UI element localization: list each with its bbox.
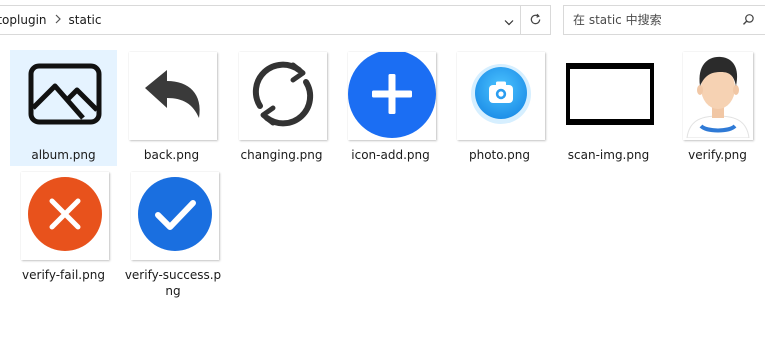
chevron-right-icon[interactable]	[51, 14, 65, 27]
file-thumbnail	[348, 52, 436, 140]
refresh-icon	[529, 11, 542, 30]
file-thumbnail	[683, 52, 753, 140]
file-item-icon-add[interactable]: icon-add.png	[337, 50, 444, 166]
file-thumbnail	[131, 172, 219, 260]
breadcrumb-item-current[interactable]: static	[69, 13, 102, 27]
camera-icon	[469, 62, 533, 130]
refresh-button[interactable]	[520, 6, 550, 34]
file-item-back[interactable]: back.png	[118, 50, 225, 166]
search-input[interactable]	[564, 6, 734, 34]
file-item-scan-img[interactable]: scan-img.png	[555, 50, 662, 166]
search-icon	[742, 11, 755, 30]
file-item-changing[interactable]: changing.png	[228, 50, 335, 166]
file-item-photo[interactable]: photo.png	[446, 50, 553, 166]
file-thumbnail	[239, 52, 327, 140]
success-icon	[137, 176, 213, 256]
file-item-verify[interactable]: verify.png	[664, 50, 765, 166]
search-box	[563, 5, 765, 35]
address-bar[interactable]: otoplugin static	[0, 5, 551, 35]
avatar-icon	[683, 52, 753, 140]
scan-frame-icon	[566, 63, 654, 129]
file-thumbnail	[21, 172, 109, 260]
file-thumbnail	[457, 52, 545, 140]
file-name: icon-add.png	[351, 148, 430, 162]
file-thumbnail	[21, 52, 109, 140]
breadcrumb-item-parent[interactable]: otoplugin	[0, 13, 47, 27]
file-name: changing.png	[240, 148, 323, 162]
back-arrow-icon	[137, 58, 209, 134]
file-name: verify.png	[688, 148, 747, 162]
plus-circle-icon	[348, 52, 436, 140]
file-item-album[interactable]: album.png	[10, 50, 117, 166]
file-name: scan-img.png	[567, 148, 650, 162]
file-name: verify-success.png	[124, 268, 222, 298]
address-dropdown-button[interactable]	[498, 6, 520, 34]
file-name: album.png	[31, 148, 96, 162]
file-thumbnail	[566, 52, 654, 140]
search-button[interactable]	[737, 6, 759, 34]
file-thumbnail	[129, 52, 217, 140]
chevron-down-icon	[504, 11, 514, 30]
file-name: back.png	[143, 148, 200, 162]
image-icon	[23, 52, 107, 140]
refresh-circle-icon	[244, 55, 322, 137]
file-name: photo.png	[468, 148, 531, 162]
file-item-verify-fail[interactable]: verify-fail.png	[10, 170, 117, 286]
file-name: verify-fail.png	[22, 268, 105, 282]
file-item-verify-success[interactable]: verify-success.png	[120, 170, 227, 298]
fail-icon	[27, 176, 103, 256]
breadcrumb: otoplugin static	[0, 6, 101, 34]
